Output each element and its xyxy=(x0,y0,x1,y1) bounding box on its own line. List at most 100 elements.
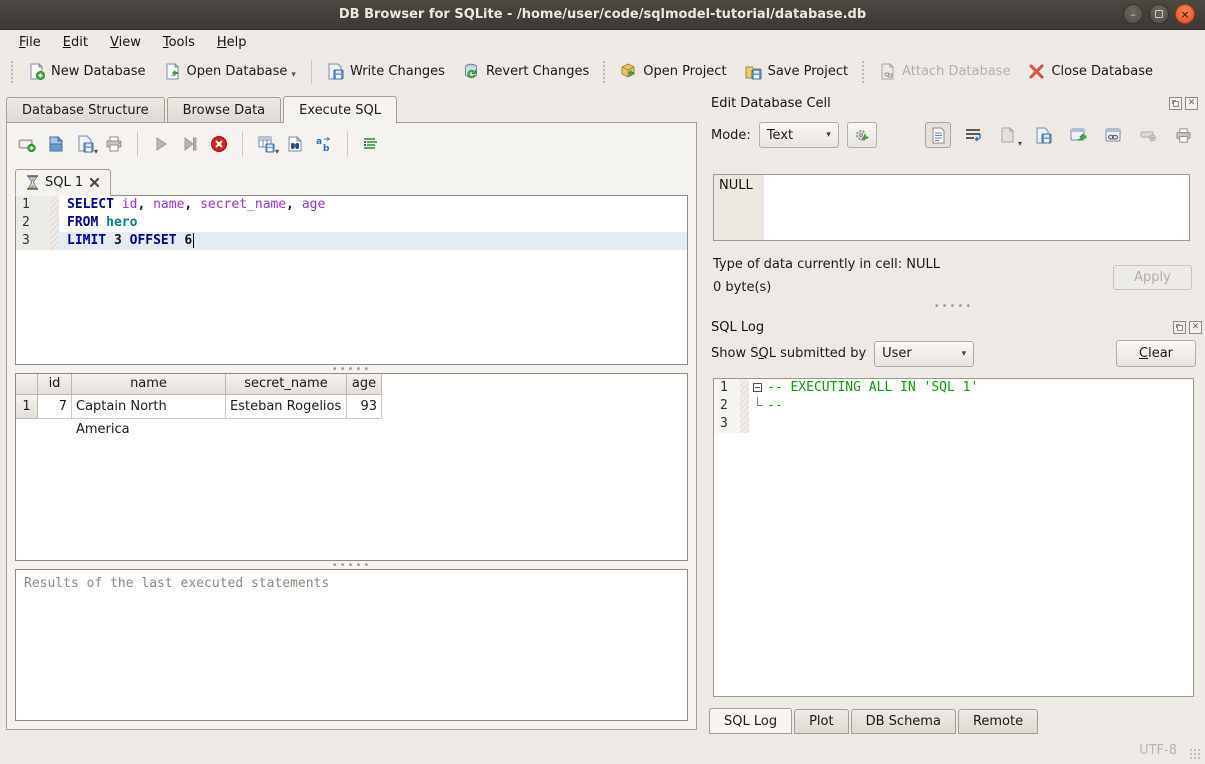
apply-button[interactable]: Apply xyxy=(1113,265,1192,290)
menu-view[interactable]: View xyxy=(101,33,150,52)
log-line-number: 2 xyxy=(714,397,740,415)
save-sql-file-button[interactable]: ▾ xyxy=(73,132,97,156)
dock-splitter[interactable]: ••••• xyxy=(711,302,1196,310)
title-bar[interactable]: DB Browser for SQLite - /home/user/code/… xyxy=(0,0,1205,30)
clear-log-button[interactable]: Clear xyxy=(1116,340,1196,367)
attach-database-label: Attach Database xyxy=(902,64,1010,79)
execute-all-button[interactable] xyxy=(149,132,173,156)
editor-line: 1SELECT id, name, secret_name, age xyxy=(16,196,687,214)
save-cell-button[interactable] xyxy=(1030,122,1056,148)
print-cell-icon xyxy=(1175,127,1192,144)
column-header-name[interactable]: name xyxy=(72,374,226,395)
code-text: SELECT id, name, secret_name, age xyxy=(59,196,687,214)
sql-log-view[interactable]: 1-- EXECUTING ALL IN 'SQL 1'2--3 xyxy=(713,378,1194,697)
word-wrap-button[interactable] xyxy=(960,122,986,148)
text-cursor xyxy=(193,233,194,248)
open-project-label: Open Project xyxy=(643,64,726,79)
sql-log-title: SQL Log xyxy=(711,320,764,335)
results-grid[interactable]: idnamesecret_nameage17Captain North Amer… xyxy=(15,373,688,561)
resize-grip-icon[interactable] xyxy=(1189,748,1201,760)
revert-changes-button[interactable]: Revert Changes xyxy=(454,58,598,85)
toolbar-drag-handle[interactable] xyxy=(602,60,607,84)
float-panel-icon[interactable] xyxy=(1169,97,1182,110)
attach-database-icon xyxy=(879,63,896,80)
tab-browse-data[interactable]: Browse Data xyxy=(167,97,282,123)
maximize-icon[interactable] xyxy=(1149,4,1169,24)
export-window-icon xyxy=(1070,128,1087,143)
text-mode-button[interactable] xyxy=(925,122,951,148)
close-sql-tab-icon[interactable] xyxy=(89,177,100,188)
log-filter-combobox[interactable]: User ▾ xyxy=(874,341,974,367)
new-database-button[interactable]: New Database xyxy=(19,58,155,85)
find-replace-button[interactable]: ab xyxy=(312,132,336,156)
write-changes-button[interactable]: Write Changes xyxy=(318,58,454,85)
column-header-secret_name[interactable]: secret_name xyxy=(226,374,347,395)
set-null-button[interactable] xyxy=(1135,122,1161,148)
toolbar-drag-handle[interactable] xyxy=(10,60,15,84)
print-button[interactable] xyxy=(102,132,126,156)
cell-id[interactable]: 7 xyxy=(38,395,72,419)
menu-help[interactable]: Help xyxy=(208,33,256,52)
tab-database-structure[interactable]: Database Structure xyxy=(6,97,165,123)
cell-name[interactable]: Captain North America xyxy=(72,395,226,419)
float-panel-icon[interactable] xyxy=(1173,321,1186,334)
mode-combobox[interactable]: Text ▾ xyxy=(759,122,839,148)
format-sql-button[interactable] xyxy=(359,132,383,156)
close-database-button[interactable]: Close Database xyxy=(1019,58,1162,85)
cell-age[interactable]: 93 xyxy=(347,395,382,419)
cell-secret_name[interactable]: Esteban Rogelios xyxy=(226,395,347,419)
menu-bar: FileEditViewToolsHelp xyxy=(0,31,1205,53)
minimize-icon[interactable]: – xyxy=(1123,4,1143,24)
combo-arrow-icon: ▾ xyxy=(826,130,831,140)
save-results-dropdown-caret[interactable]: ▾ xyxy=(275,147,279,156)
execute-line-button[interactable] xyxy=(178,132,202,156)
sql-editor-toolbar: ▾ ▾ ab xyxy=(15,131,383,157)
export-cell-button[interactable] xyxy=(1065,122,1091,148)
close-icon[interactable]: × xyxy=(1175,4,1195,24)
save-project-label: Save Project xyxy=(768,64,849,79)
open-sql-file-button[interactable] xyxy=(44,132,68,156)
link-cell-button[interactable] xyxy=(1100,122,1126,148)
print-cell-button[interactable] xyxy=(1170,122,1196,148)
toolbar-drag-handle[interactable] xyxy=(861,60,866,84)
word-wrap-icon xyxy=(965,127,981,143)
cell-value-editor[interactable]: NULL xyxy=(713,174,1190,241)
attach-database-button[interactable]: Attach Database xyxy=(870,58,1019,85)
menu-tools[interactable]: Tools xyxy=(154,33,204,52)
stop-execution-button[interactable] xyxy=(207,132,231,156)
dock-tab-sql-log[interactable]: SQL Log xyxy=(709,708,792,734)
sql-code-editor[interactable]: 1SELECT id, name, secret_name, age2FROM … xyxy=(15,195,688,365)
open-in-cell-button[interactable]: ▾ xyxy=(995,122,1021,148)
fold-marker[interactable] xyxy=(749,379,767,397)
open-database-dropdown-caret[interactable]: ▾ xyxy=(291,70,296,80)
menu-edit[interactable]: Edit xyxy=(54,33,97,52)
write-changes-icon xyxy=(327,63,344,80)
dock-tab-plot[interactable]: Plot xyxy=(794,709,849,734)
save-results-button[interactable]: ▾ xyxy=(254,132,278,156)
results-message-splitter[interactable]: ••••• xyxy=(15,561,688,569)
menu-file[interactable]: File xyxy=(10,33,50,52)
encoding-indicator[interactable]: UTF-8 xyxy=(1139,743,1177,758)
row-header[interactable]: 1 xyxy=(16,395,38,419)
open-project-button[interactable]: Open Project xyxy=(611,58,735,85)
fold-margin xyxy=(50,232,59,250)
table-row[interactable]: 17Captain North AmericaEsteban Rogelios9… xyxy=(16,395,687,419)
editor-results-splitter[interactable]: ••••• xyxy=(15,365,688,373)
tab-execute-sql[interactable]: Execute SQL xyxy=(283,96,397,123)
save-project-button[interactable]: Save Project xyxy=(736,58,858,85)
editor-line: 2FROM hero xyxy=(16,214,687,232)
close-panel-icon[interactable]: ✕ xyxy=(1189,321,1202,334)
find-button[interactable] xyxy=(283,132,307,156)
sql-document-tab[interactable]: SQL 1 xyxy=(15,169,111,196)
dock-tab-db-schema[interactable]: DB Schema xyxy=(851,709,956,734)
save-sql-dropdown-caret[interactable]: ▾ xyxy=(94,147,98,156)
window-controls: – × xyxy=(1123,4,1195,24)
open-database-button[interactable]: Open Database ▾ xyxy=(155,58,305,85)
dock-tab-remote[interactable]: Remote xyxy=(958,709,1038,734)
column-header-age[interactable]: age xyxy=(347,374,382,395)
close-panel-icon[interactable]: ✕ xyxy=(1185,97,1198,110)
new-sql-tab-button[interactable] xyxy=(15,132,39,156)
execution-message-area[interactable]: Results of the last executed statements xyxy=(15,569,688,721)
import-data-button[interactable] xyxy=(847,122,877,148)
column-header-id[interactable]: id xyxy=(38,374,72,395)
